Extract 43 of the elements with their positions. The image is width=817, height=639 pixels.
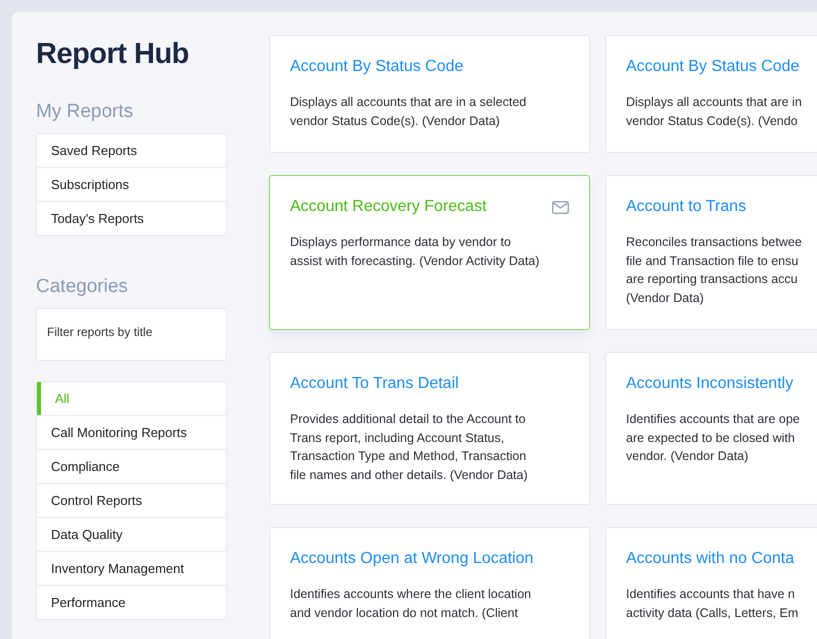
report-description: Displays performance data by vendor to <box>290 234 512 251</box>
report-description: Displays all accounts that are in <box>626 94 803 111</box>
report-card[interactable]: Accounts with no Conta Identifies accounts that have n activity data (Calls, Letters, Em <box>605 527 817 639</box>
category-item[interactable]: Control Reports <box>37 483 226 517</box>
app-title: Report Hub <box>36 38 190 71</box>
report-description: (Vendor Data) <box>626 290 705 307</box>
report-description: are reporting transactions accu <box>626 271 799 288</box>
report-description: Transaction Type and Method, Transaction <box>290 448 528 465</box>
category-item[interactable]: Inventory Management <box>37 551 226 585</box>
report-description: vendor Status Code(s). (Vendor Data) <box>290 112 501 130</box>
report-card[interactable]: Account To Trans Detail Provides additional detail to the Account to Trans report, including Account Status, Transaction Type and Method, Transaction file names and other details. (Vendor Data) <box>269 352 590 505</box>
my-reports-item[interactable]: Subscriptions <box>37 167 226 201</box>
filter-field[interactable]: Filter reports by title <box>36 308 227 361</box>
report-description: Reconciles transactions betwee <box>626 234 803 251</box>
report-description: Identifies accounts that are ope <box>626 411 801 428</box>
report-description: Identifies accounts where the client location <box>290 586 532 603</box>
my-reports-item[interactable]: Today's Reports <box>37 201 226 235</box>
report-description: Trans report, including Account Status, <box>290 430 506 447</box>
envelope-icon[interactable] <box>552 200 569 214</box>
my-reports-item[interactable]: Saved Reports <box>37 134 226 167</box>
report-card[interactable]: Account By Status Code Displays all accounts that are in a selected vendor Status Code(s). (Vendor Data) <box>269 35 590 153</box>
category-item[interactable]: Compliance <box>37 449 226 483</box>
report-description: and vendor location do not match. (Client <box>290 604 519 622</box>
report-card[interactable]: Accounts Inconsistently Identifies accounts that are ope are expected to be closed with vendor. (Vendor Data) <box>605 352 817 505</box>
section-heading: My Reports <box>36 101 134 123</box>
report-description: Provides additional detail to the Account to <box>290 411 527 428</box>
report-description: assist with forecasting. (Vendor Activity Data) <box>290 252 540 270</box>
report-card[interactable]: Account By Status Code Displays all accounts that are in vendor Status Code(s). (Vendo <box>605 35 817 153</box>
report-description: Identifies accounts that have n <box>626 586 796 603</box>
report-card[interactable]: Account Recovery Forecast Displays performance data by vendor to assist with forecasting. (Vendor Activity Data) <box>269 175 590 330</box>
report-card[interactable]: Account to Trans Reconciles transactions betwee file and Transaction file to ensu are reporting transactions accu (Vendor Data) <box>605 175 817 330</box>
category-item[interactable]: Performance <box>37 585 226 619</box>
report-description: file names and other details. (Vendor Data) <box>290 466 529 484</box>
category-item[interactable]: Data Quality <box>37 517 226 551</box>
report-description: are expected to be closed with <box>626 430 796 447</box>
report-description: vendor Status Code(s). (Vendo <box>626 112 799 130</box>
report-description: vendor. (Vendor Data) <box>626 448 750 465</box>
category-item[interactable]: Call Monitoring Reports <box>37 415 226 449</box>
report-description: file and Transaction file to ensu <box>626 252 800 270</box>
section-heading: Categories <box>36 276 129 298</box>
report-description: activity data (Calls, Letters, Em <box>626 604 800 622</box>
report-card[interactable]: Accounts Open at Wrong Location Identifies accounts where the client location and vendor location do not match. (Client <box>269 527 590 639</box>
report-description: Displays all accounts that are in a selected <box>290 94 528 111</box>
